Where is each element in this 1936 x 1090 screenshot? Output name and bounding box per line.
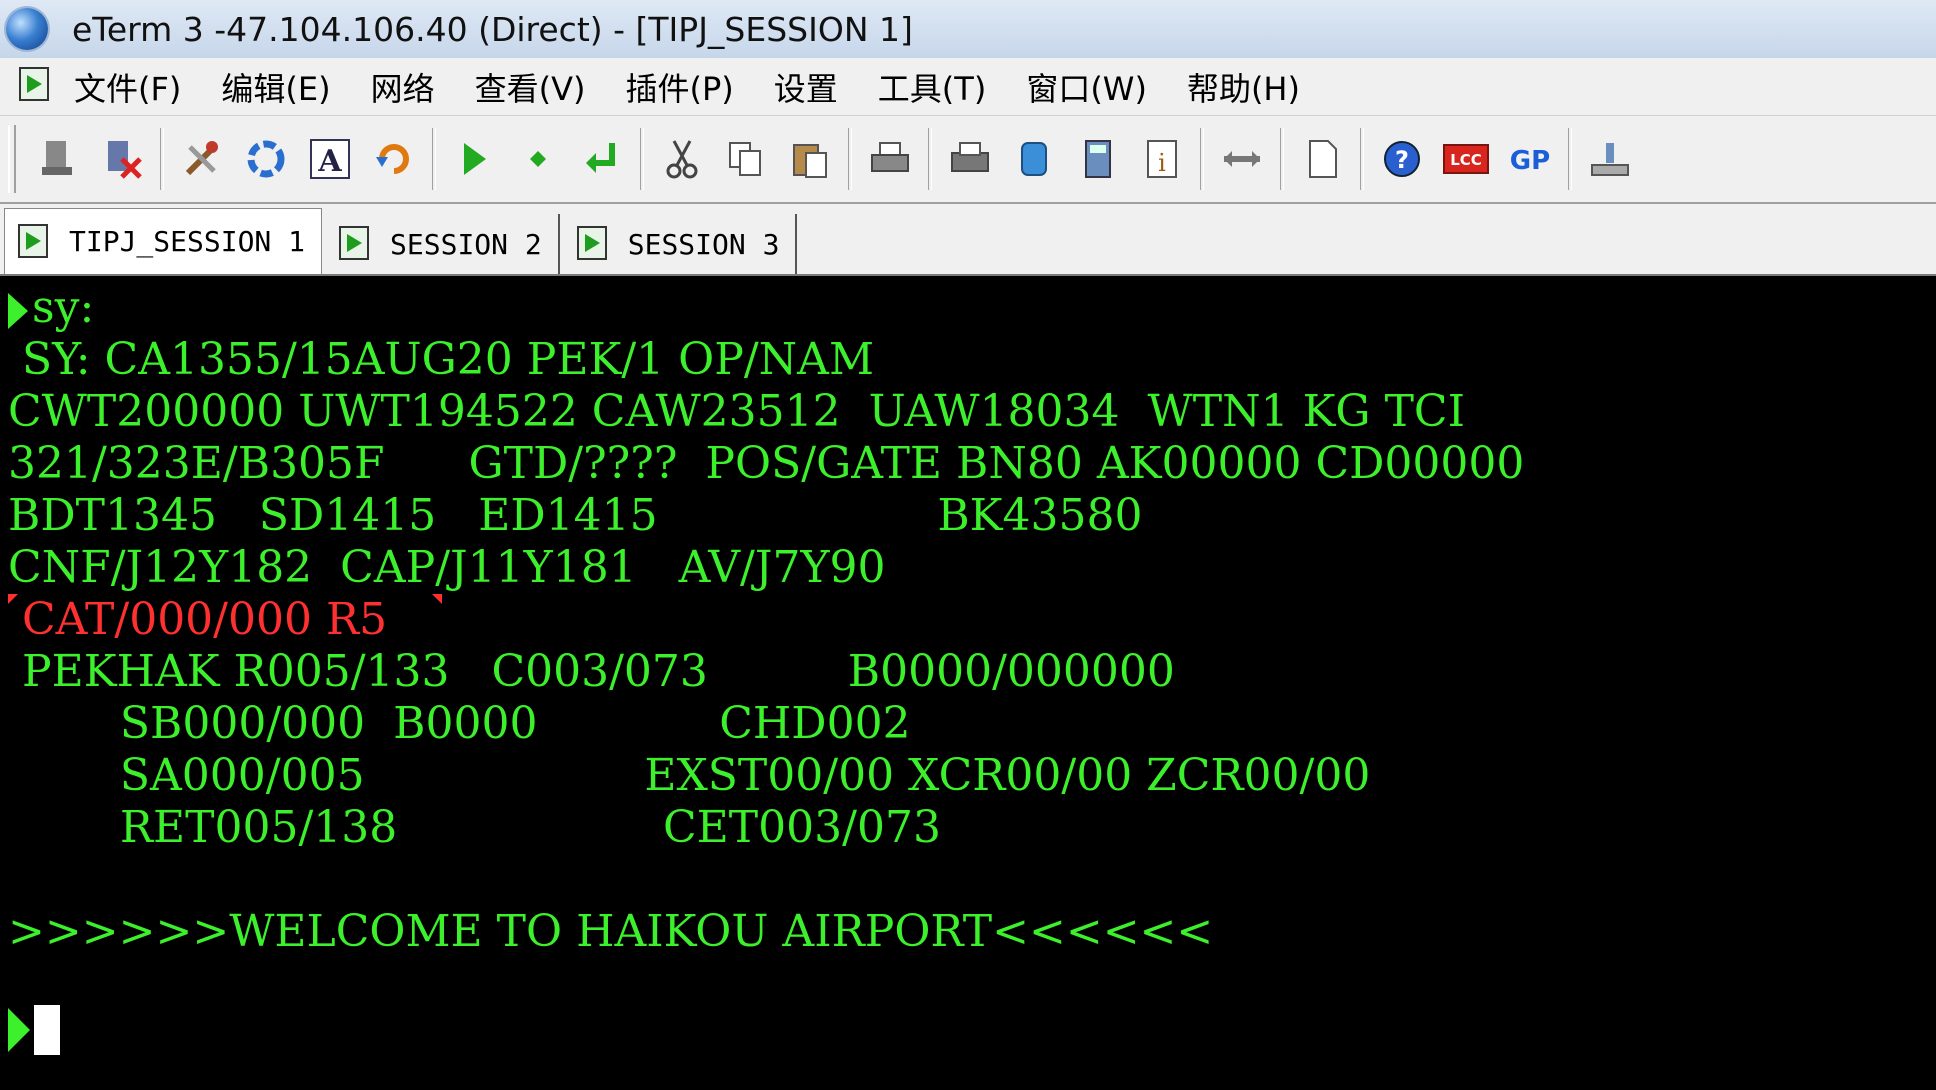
toolbar-separator xyxy=(928,128,932,190)
session-tabs: TIPJ_SESSION 1 SESSION 2 SESSION 3 xyxy=(0,204,1936,276)
font-icon[interactable]: A xyxy=(302,131,358,187)
disconnect-icon[interactable] xyxy=(94,131,150,187)
svg-text:LCC: LCC xyxy=(1450,151,1482,169)
copy-icon[interactable] xyxy=(718,131,774,187)
help-icon[interactable]: ? xyxy=(1374,131,1430,187)
terminal-line: PEKHAK R005/133 C003/073 B0000/000000 xyxy=(8,646,1175,697)
return-icon[interactable] xyxy=(574,131,630,187)
print-icon[interactable] xyxy=(862,131,918,187)
svg-text:A: A xyxy=(317,144,342,179)
terminal-line: SY: CA1355/15AUG20 PEK/1 OP/NAM xyxy=(8,334,874,385)
session-icon xyxy=(339,226,370,260)
toolbar-separator xyxy=(432,128,436,190)
menu-window[interactable]: 窗口(W) xyxy=(1026,64,1147,110)
terminal-line: BDT1345 SD1415 ED1415 BK43580 xyxy=(8,490,1143,541)
toolbar-grip xyxy=(8,125,16,193)
toolbar-separator xyxy=(848,128,852,190)
menu-view[interactable]: 查看(V) xyxy=(475,64,586,110)
tab-label: SESSION 3 xyxy=(627,227,780,261)
terminal-line: SA000/005 EXST00/00 XCR00/00 ZCR00/00 xyxy=(8,750,1371,801)
terminal-screen[interactable]: sy: SY: CA1355/15AUG20 PEK/1 OP/NAM CWT2… xyxy=(0,278,1936,1090)
field-end-marker xyxy=(432,594,442,604)
menu-network[interactable]: 网络 xyxy=(371,64,435,110)
terminal-command-line: sy: xyxy=(8,282,94,334)
info-icon[interactable]: i xyxy=(1134,131,1190,187)
toolbar-separator xyxy=(1200,128,1204,190)
prompt-icon xyxy=(8,292,28,329)
refresh-icon[interactable] xyxy=(238,131,294,187)
upload-icon[interactable] xyxy=(1582,131,1638,187)
lcc-icon[interactable]: LCC xyxy=(1438,131,1494,187)
cut-icon[interactable] xyxy=(654,131,710,187)
tab-session-2[interactable]: SESSION 2 xyxy=(326,214,560,274)
menu-edit[interactable]: 编辑(E) xyxy=(221,64,330,110)
gp-icon[interactable]: GP xyxy=(1502,131,1558,187)
terminal-welcome-line: >>>>>>WELCOME TO HAIKOU AIRPORT<<<<<< xyxy=(8,906,1214,957)
database-icon[interactable] xyxy=(1006,131,1062,187)
diamond-icon[interactable] xyxy=(510,131,566,187)
window-title: eTerm 3 -47.104.106.40 (Direct) - [TIPJ_… xyxy=(72,9,913,49)
tab-tipj-session-1[interactable]: TIPJ_SESSION 1 xyxy=(4,208,323,274)
menu-bar: 文件(F) 编辑(E) 网络 查看(V) 插件(P) 设置 工具(T) 窗口(W… xyxy=(0,58,1936,116)
terminal-line: CNF/J12Y182 CAP/J11Y181 AV/J7Y90 xyxy=(8,542,886,593)
toolbar-separator xyxy=(160,128,164,190)
title-bar: eTerm 3 -47.104.106.40 (Direct) - [TIPJ_… xyxy=(0,0,1936,58)
menu-tools[interactable]: 工具(T) xyxy=(878,64,987,110)
toolbar-separator xyxy=(640,128,644,190)
paste-icon[interactable] xyxy=(782,131,838,187)
print-preview-icon[interactable] xyxy=(942,131,998,187)
calculator-icon[interactable] xyxy=(1070,131,1126,187)
svg-text:i: i xyxy=(1158,149,1166,177)
menu-plugins[interactable]: 插件(P) xyxy=(625,64,733,110)
tab-label: SESSION 2 xyxy=(390,227,542,261)
session-icon[interactable] xyxy=(18,66,52,108)
terminal-line: RET005/138 CET003/073 xyxy=(8,802,941,853)
svg-text:GP: GP xyxy=(1510,146,1550,176)
svg-text:?: ? xyxy=(1395,146,1409,174)
toolbar-separator xyxy=(1360,128,1364,190)
terminal-alert-line: CAT/000/000 R5 xyxy=(8,594,388,645)
tools-icon[interactable] xyxy=(174,131,230,187)
tab-session-3[interactable]: SESSION 3 xyxy=(564,214,798,274)
toolbar-separator xyxy=(1280,128,1284,190)
reconnect-icon[interactable] xyxy=(366,131,422,187)
tab-label: TIPJ_SESSION 1 xyxy=(69,225,306,258)
play-icon[interactable] xyxy=(446,131,502,187)
terminal-line: SB000/000 B0000 CHD002 xyxy=(8,698,911,749)
prompt-icon xyxy=(8,1008,30,1052)
terminal-line: 321/323E/B305F GTD/???? POS/GATE BN80 AK… xyxy=(8,438,1525,489)
page-icon[interactable] xyxy=(1294,131,1350,187)
session-icon xyxy=(18,223,48,258)
terminal-command-text: sy: xyxy=(32,282,95,333)
eterm-window: eTerm 3 -47.104.106.40 (Direct) - [TIPJ_… xyxy=(0,0,1936,1090)
menu-file[interactable]: 文件(F) xyxy=(74,64,181,110)
connect-icon[interactable] xyxy=(30,131,86,187)
text-cursor[interactable] xyxy=(34,1005,60,1055)
transfer-icon[interactable] xyxy=(1214,131,1270,187)
terminal-line: CWT200000 UWT194522 CAW23512 UAW18034 WT… xyxy=(8,386,1465,437)
toolbar-separator xyxy=(1568,128,1572,190)
session-icon xyxy=(576,226,607,260)
menu-settings[interactable]: 设置 xyxy=(774,64,838,110)
menu-help[interactable]: 帮助(H) xyxy=(1187,64,1300,110)
toolbar: A i ? LCC GP xyxy=(0,116,1936,204)
app-globe-icon xyxy=(6,8,48,50)
